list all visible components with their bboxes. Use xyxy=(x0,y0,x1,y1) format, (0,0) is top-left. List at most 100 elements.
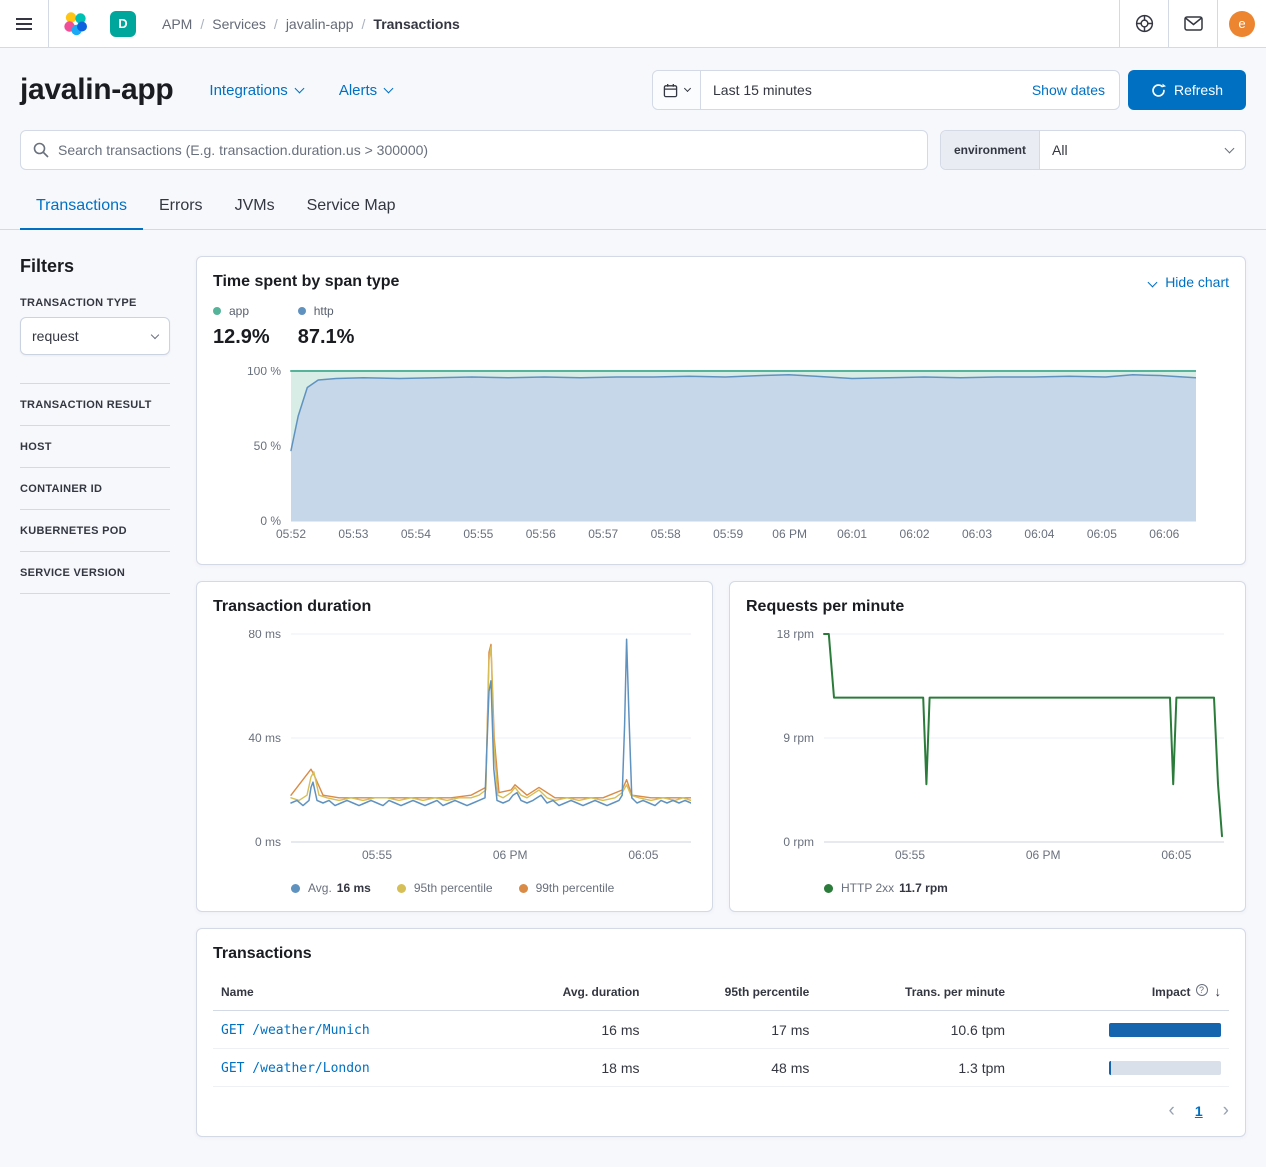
help-icon xyxy=(1134,13,1155,34)
svg-text:05:55: 05:55 xyxy=(895,848,925,862)
column-avg-duration[interactable]: Avg. duration xyxy=(491,973,648,1011)
chevron-down-icon xyxy=(384,84,394,94)
svg-text:06 PM: 06 PM xyxy=(772,527,807,541)
trans-per-minute-value: 1.3 tpm xyxy=(817,1049,1013,1087)
time-spent-panel: Time spent by span type Hide chart app 1… xyxy=(196,256,1246,565)
service-header: javalin-app Integrations Alerts Last 15 … xyxy=(0,48,1266,130)
svg-text:05:52: 05:52 xyxy=(276,527,306,541)
legend-value-avg: 16 ms xyxy=(337,881,371,895)
transaction-link[interactable]: GET /weather/London xyxy=(221,1061,370,1076)
tab-errors[interactable]: Errors xyxy=(143,186,219,230)
svg-text:05:54: 05:54 xyxy=(401,527,431,541)
time-range-value[interactable]: Last 15 minutes xyxy=(701,82,1018,98)
elastic-logo-icon xyxy=(63,11,88,36)
column-95th-percentile[interactable]: 95th percentile xyxy=(648,973,818,1011)
search-box xyxy=(20,130,928,170)
chevron-down-icon xyxy=(1148,277,1158,287)
svg-text:06:05: 06:05 xyxy=(1087,527,1117,541)
duration-legend: Avg. 16 ms 95th percentile 99th percenti… xyxy=(291,881,696,895)
hide-chart-label: Hide chart xyxy=(1165,274,1229,290)
avatar: e xyxy=(1229,11,1255,37)
span-stat-http: http 87.1% xyxy=(298,304,355,349)
svg-text:80 ms: 80 ms xyxy=(248,630,281,641)
environment-select[interactable]: All xyxy=(1040,131,1245,169)
transactions-table-panel: Transactions Name Avg. duration 95th per… xyxy=(196,928,1246,1137)
requests-per-minute-title: Requests per minute xyxy=(746,598,1229,616)
legend-dot-95th xyxy=(397,884,406,893)
refresh-label: Refresh xyxy=(1174,82,1223,98)
top-bar: D APM Services javalin-app Transactions xyxy=(0,0,1266,48)
svg-text:06:01: 06:01 xyxy=(837,527,867,541)
breadcrumb-apm[interactable]: APM xyxy=(162,16,212,32)
filter-transaction-result[interactable]: TRANSACTION RESULT xyxy=(20,384,170,426)
space-switcher[interactable]: D xyxy=(110,11,136,37)
newsfeed-button[interactable] xyxy=(1169,0,1217,47)
help-button[interactable] xyxy=(1120,0,1168,47)
alerts-dropdown[interactable]: Alerts xyxy=(339,82,392,99)
column-impact[interactable]: Impact?↓ xyxy=(1013,973,1229,1011)
transaction-type-label: TRANSACTION TYPE xyxy=(20,297,170,309)
svg-text:06:05: 06:05 xyxy=(628,848,658,862)
impact-bar-fill xyxy=(1109,1023,1221,1037)
requests-per-minute-chart: 0 rpm9 rpm18 rpm05:5506 PM06:05 xyxy=(746,630,1229,869)
tab-transactions[interactable]: Transactions xyxy=(20,186,143,230)
legend-label-http-2xx: HTTP 2xx xyxy=(841,881,894,895)
refresh-icon xyxy=(1151,83,1166,98)
transaction-link[interactable]: GET /weather/Munich xyxy=(221,1023,370,1038)
svg-text:06:05: 06:05 xyxy=(1161,848,1191,862)
transaction-type-select[interactable]: request xyxy=(20,317,170,355)
column-name[interactable]: Name xyxy=(213,973,491,1011)
transaction-type-value: request xyxy=(32,328,79,344)
content: Filters TRANSACTION TYPE request TRANSAC… xyxy=(0,230,1266,1157)
svg-text:0 %: 0 % xyxy=(260,514,281,528)
mail-icon xyxy=(1184,16,1203,31)
user-menu-button[interactable]: e xyxy=(1218,0,1266,47)
legend-dot-app xyxy=(213,307,221,315)
integrations-dropdown[interactable]: Integrations xyxy=(209,82,302,99)
impact-help-icon[interactable]: ? xyxy=(1196,984,1208,996)
column-trans-per-minute[interactable]: Trans. per minute xyxy=(817,973,1013,1011)
svg-text:06:02: 06:02 xyxy=(900,527,930,541)
legend-95th: 95th percentile xyxy=(397,881,493,895)
hide-chart-button[interactable]: Hide chart xyxy=(1149,274,1229,290)
legend-label-app: app xyxy=(229,304,249,318)
svg-text:100 %: 100 % xyxy=(247,367,281,378)
next-page-button[interactable]: › xyxy=(1223,1101,1229,1120)
avg-duration-value: 18 ms xyxy=(491,1049,648,1087)
legend-dot-http-2xx xyxy=(824,884,833,893)
filter-host[interactable]: HOST xyxy=(20,426,170,468)
elastic-logo[interactable] xyxy=(49,11,102,36)
filter-service-version[interactable]: SERVICE VERSION xyxy=(20,552,170,594)
legend-http-2xx: HTTP 2xx 11.7 rpm xyxy=(824,881,948,895)
breadcrumb-services[interactable]: Services xyxy=(212,16,286,32)
legend-value-http-2xx: 11.7 rpm xyxy=(899,881,948,895)
95th-percentile-value: 17 ms xyxy=(648,1011,818,1049)
menu-button[interactable] xyxy=(0,0,48,47)
prev-page-button[interactable]: ‹ xyxy=(1169,1101,1175,1120)
breadcrumb-current: Transactions xyxy=(373,16,459,32)
service-tabs: Transactions Errors JVMs Service Map xyxy=(0,186,1266,230)
svg-text:06:04: 06:04 xyxy=(1024,527,1054,541)
legend-dot-http xyxy=(298,307,306,315)
integrations-label: Integrations xyxy=(209,82,287,99)
transaction-duration-chart: 0 ms40 ms80 ms05:5506 PM06:05 xyxy=(213,630,696,869)
refresh-button[interactable]: Refresh xyxy=(1128,70,1246,110)
page-title: javalin-app xyxy=(20,73,173,107)
show-dates-button[interactable]: Show dates xyxy=(1018,82,1119,98)
search-transactions-input[interactable] xyxy=(58,142,915,158)
tab-service-map[interactable]: Service Map xyxy=(291,186,412,230)
page-1-button[interactable]: 1 xyxy=(1195,1103,1203,1119)
tab-jvms[interactable]: JVMs xyxy=(219,186,291,230)
breadcrumb-service-name[interactable]: javalin-app xyxy=(286,16,374,32)
environment-filter: environment All xyxy=(940,130,1246,170)
date-quick-select-button[interactable] xyxy=(653,71,701,109)
legend-avg: Avg. 16 ms xyxy=(291,881,371,895)
main-column: Time spent by span type Hide chart app 1… xyxy=(196,256,1246,1137)
legend-dot-avg xyxy=(291,884,300,893)
filter-kubernetes-pod[interactable]: KUBERNETES POD xyxy=(20,510,170,552)
svg-text:05:55: 05:55 xyxy=(463,527,493,541)
filter-container-id[interactable]: CONTAINER ID xyxy=(20,468,170,510)
apm-service-page: D APM Services javalin-app Transactions xyxy=(0,0,1266,1167)
environment-value: All xyxy=(1052,142,1068,158)
impact-label: Impact xyxy=(1152,985,1191,999)
